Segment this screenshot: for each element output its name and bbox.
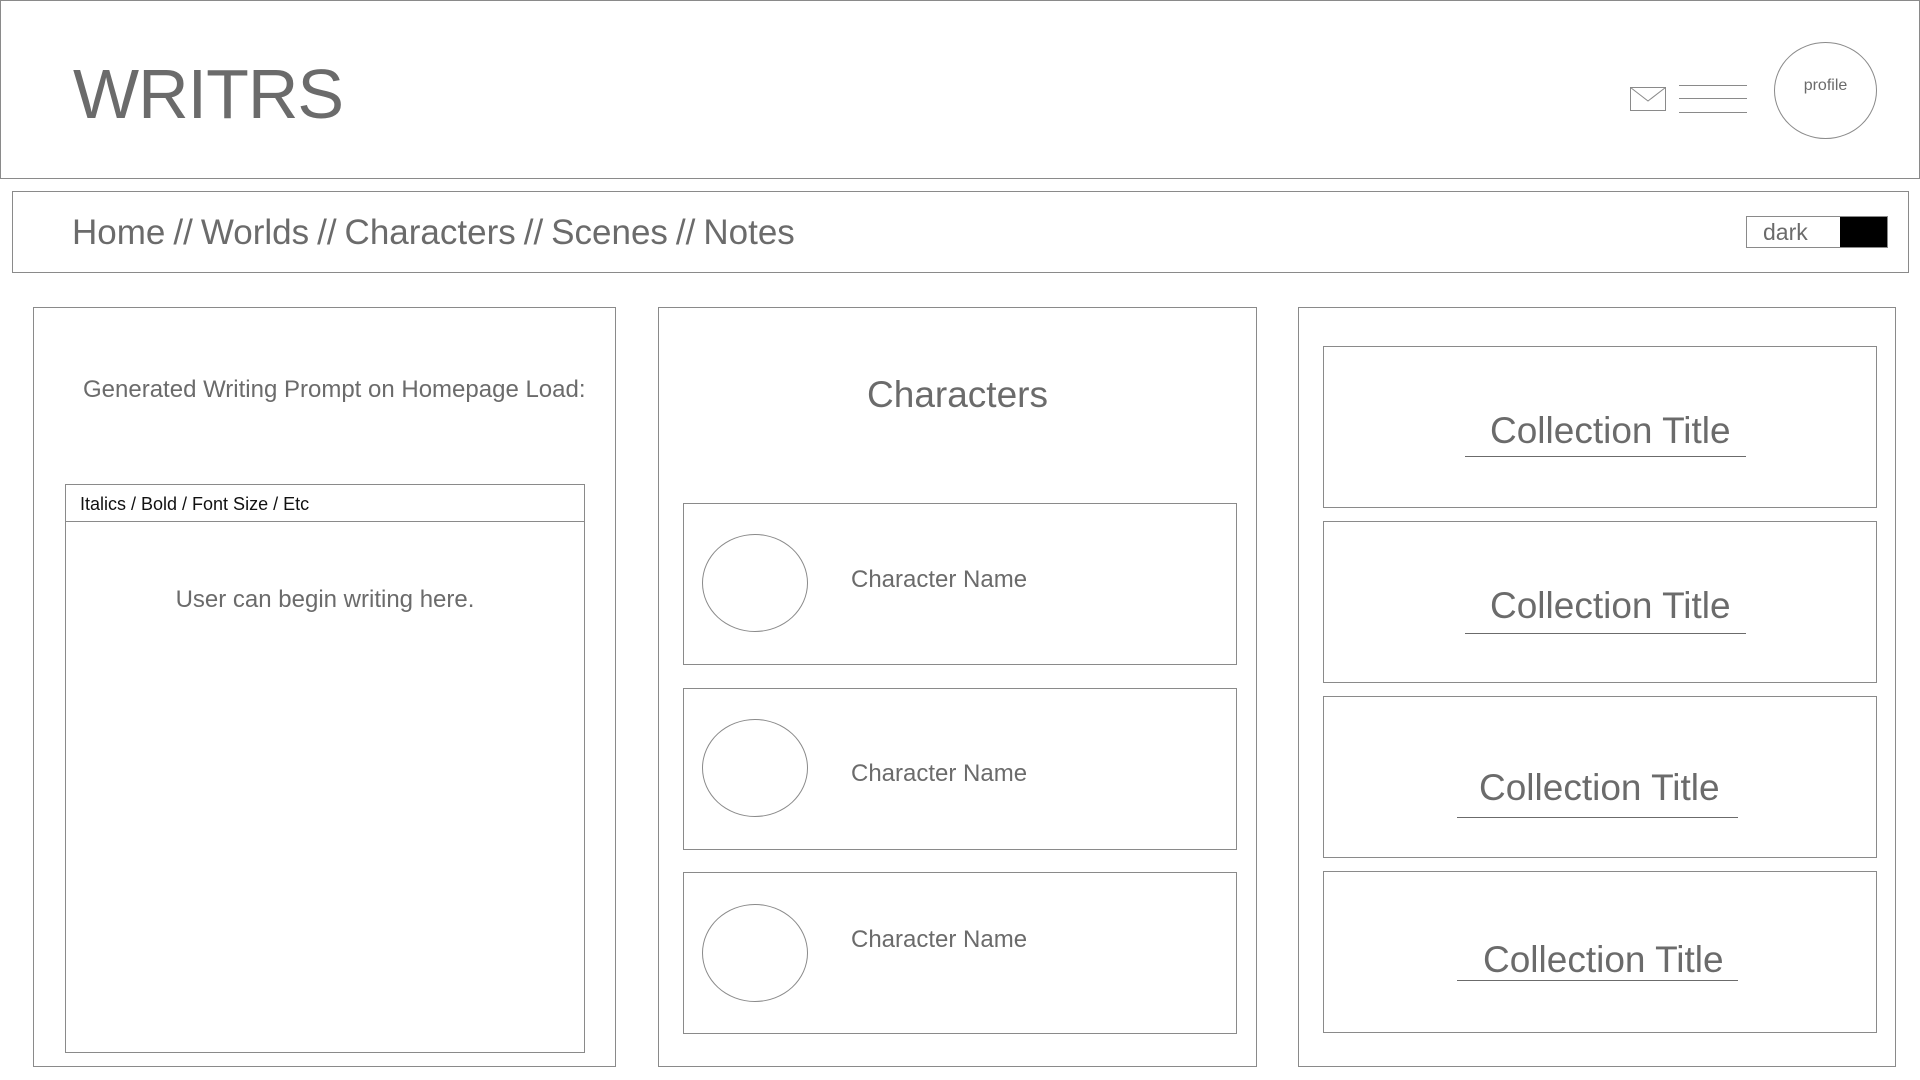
- editor-formatting-toolbar[interactable]: Italics / Bold / Font Size / Etc: [66, 485, 584, 522]
- breadcrumb-separator: //: [523, 213, 544, 252]
- collection-card[interactable]: Collection Title: [1323, 346, 1877, 508]
- collection-title: Collection Title: [1483, 939, 1724, 980]
- collection-title: Collection Title: [1490, 585, 1731, 626]
- writing-prompt-panel: Generated Writing Prompt on Homepage Loa…: [33, 307, 616, 1067]
- text-editor: Italics / Bold / Font Size / Etc User ca…: [65, 484, 585, 1053]
- collection-card[interactable]: Collection Title: [1323, 521, 1877, 683]
- editor-text-area[interactable]: User can begin writing here.: [66, 522, 584, 1052]
- character-name: Character Name: [851, 760, 1028, 787]
- character-name: Character Name: [851, 566, 1028, 593]
- collections-panel: Collection Title Collection Title Collec…: [1298, 307, 1896, 1067]
- collection-title: Collection Title: [1490, 410, 1731, 451]
- breadcrumb-separator: //: [173, 213, 193, 252]
- menu-line: [1679, 85, 1747, 86]
- collection-title-underline: [1457, 980, 1738, 981]
- collection-card[interactable]: Collection Title: [1323, 696, 1877, 858]
- editor-placeholder: User can begin writing here.: [175, 586, 475, 613]
- collection-title: Collection Title: [1479, 767, 1720, 808]
- character-avatar: [702, 904, 808, 1002]
- characters-panel: Characters Character Name Character Name…: [658, 307, 1257, 1067]
- breadcrumb-separator: //: [317, 213, 337, 252]
- dark-mode-label: dark: [1763, 219, 1808, 245]
- app-logo[interactable]: WRITRS: [73, 59, 344, 129]
- dark-mode-toggle[interactable]: dark: [1746, 216, 1888, 248]
- profile-label: profile: [1803, 77, 1848, 94]
- profile-avatar-button[interactable]: profile: [1774, 42, 1877, 139]
- nav-link-worlds[interactable]: Worlds: [201, 213, 309, 252]
- character-avatar: [702, 719, 808, 817]
- writing-prompt-label: Generated Writing Prompt on Homepage Loa…: [83, 376, 586, 403]
- menu-line: [1679, 112, 1747, 113]
- breadcrumb-separator: //: [675, 213, 696, 252]
- collection-title-underline: [1465, 633, 1746, 634]
- character-avatar: [702, 534, 808, 632]
- nav-link-notes[interactable]: Notes: [703, 213, 794, 252]
- collection-title-underline: [1457, 817, 1738, 818]
- nav-link-home[interactable]: Home: [72, 213, 165, 252]
- collection-card[interactable]: Collection Title: [1323, 871, 1877, 1033]
- hamburger-menu-icon[interactable]: [1679, 85, 1747, 113]
- app-header: WRITRS profile: [0, 0, 1920, 179]
- collection-title-underline: [1465, 456, 1746, 457]
- nav-bar: Home//Worlds//Characters//Scenes//Notes …: [12, 191, 1909, 273]
- character-card[interactable]: Character Name: [683, 503, 1237, 665]
- character-card[interactable]: Character Name: [683, 872, 1237, 1034]
- character-name: Character Name: [851, 926, 1028, 953]
- nav-link-scenes[interactable]: Scenes: [551, 213, 668, 252]
- dark-mode-swatch: [1840, 217, 1887, 247]
- character-card[interactable]: Character Name: [683, 688, 1237, 850]
- characters-heading: Characters: [867, 374, 1048, 415]
- breadcrumb-nav: Home//Worlds//Characters//Scenes//Notes: [72, 212, 795, 254]
- editor-toolbar-label: Italics / Bold / Font Size / Etc: [80, 494, 310, 514]
- menu-line: [1679, 98, 1747, 99]
- mail-icon[interactable]: [1630, 87, 1666, 111]
- nav-link-characters[interactable]: Characters: [345, 213, 516, 252]
